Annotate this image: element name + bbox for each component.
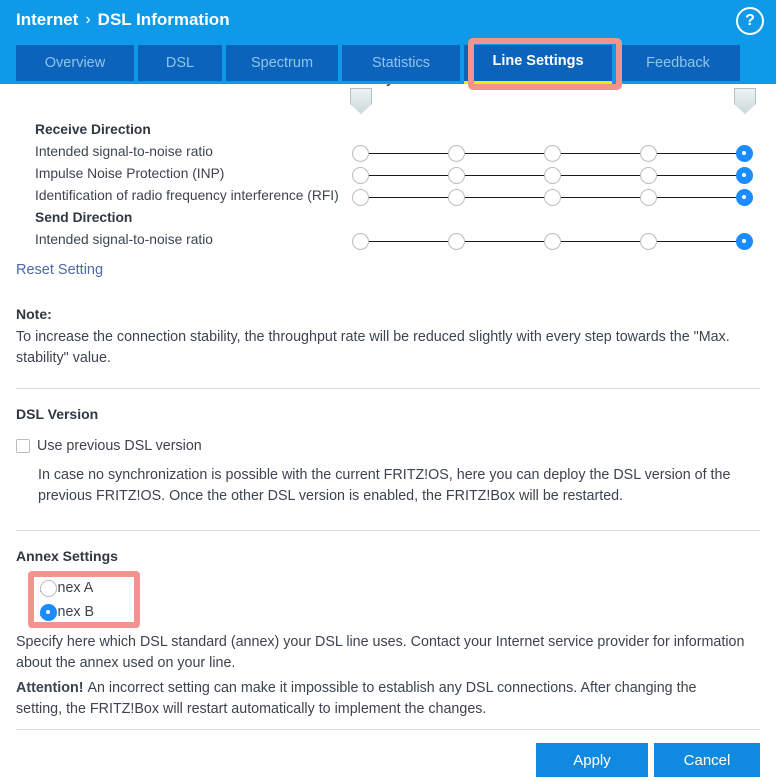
scale-radio-3[interactable]: [544, 233, 561, 250]
divider-footer: [16, 729, 760, 730]
axis-label-performance: Performance: [673, 84, 756, 86]
scale-radio-2[interactable]: [448, 189, 465, 206]
scale-radio-4[interactable]: [640, 233, 657, 250]
tab-feedback[interactable]: Feedback: [616, 45, 740, 81]
tab-overview[interactable]: Overview: [16, 45, 134, 81]
group-heading-send-direction: Send Direction: [35, 210, 133, 225]
attention-body: An incorrect setting can make it impossi…: [16, 680, 697, 717]
slider-handle-left[interactable]: [350, 88, 372, 114]
use-previous-dsl-version-label: Use previous DSL version: [37, 438, 202, 454]
scale-radio-2[interactable]: [448, 233, 465, 250]
scale-radio-3[interactable]: [544, 189, 561, 206]
scale-radio-1[interactable]: [352, 167, 369, 184]
main-content: Stability Performance Receive Direction I…: [0, 84, 776, 781]
axis-label-stability: Stability: [341, 84, 394, 86]
setting-label: Intended signal-to-noise ratio: [35, 144, 213, 159]
annex-a-option[interactable]: Annex A: [40, 580, 93, 597]
tab-bar: Overview DSL Spectrum Statistics Line Settin…: [0, 42, 776, 85]
scale-radio-3[interactable]: [544, 145, 561, 162]
dsl-version-heading: DSL Version: [16, 406, 99, 422]
scale-radio-5[interactable]: [736, 189, 753, 206]
scale-radio-4[interactable]: [640, 189, 657, 206]
cancel-button[interactable]: Cancel: [654, 743, 760, 777]
scale-radio-5[interactable]: [736, 145, 753, 162]
page-header: Internet › DSL Information ?: [0, 0, 776, 42]
tab-statistics[interactable]: Statistics: [342, 45, 460, 81]
divider-dsl-version: [16, 530, 760, 531]
setting-label: Identification of radio frequency interf…: [35, 188, 339, 203]
scale-radio-5[interactable]: [736, 167, 753, 184]
annex-settings-heading: Annex Settings: [16, 548, 118, 564]
tab-dsl[interactable]: DSL: [138, 45, 222, 81]
dsl-version-description: In case no synchronization is possible w…: [38, 467, 731, 504]
note-text: To increase the connection stability, th…: [16, 329, 730, 366]
tab-spectrum[interactable]: Spectrum: [226, 45, 338, 81]
setting-radio-scale: [352, 167, 756, 185]
scale-radio-5[interactable]: [736, 233, 753, 250]
breadcrumb: Internet › DSL Information: [16, 10, 230, 30]
slider-handle-right[interactable]: [734, 88, 756, 114]
annex-a-radio[interactable]: [40, 580, 57, 597]
breadcrumb-separator-icon: ›: [85, 11, 91, 28]
scale-radio-2[interactable]: [448, 167, 465, 184]
tab-line-settings[interactable]: Line Settings: [464, 45, 612, 85]
annex-attention-text: Attention! An incorrect setting can make…: [16, 678, 746, 720]
setting-radio-scale: [352, 233, 756, 251]
breadcrumb-root[interactable]: Internet: [16, 10, 78, 30]
scale-radio-4[interactable]: [640, 145, 657, 162]
group-heading-receive-direction: Receive Direction: [35, 122, 151, 137]
scale-radio-3[interactable]: [544, 167, 561, 184]
scale-radio-1[interactable]: [352, 233, 369, 250]
annex-b-option[interactable]: Annex B: [40, 604, 94, 621]
setting-label: Intended signal-to-noise ratio: [35, 232, 213, 247]
reset-setting-link[interactable]: Reset Setting: [16, 262, 103, 278]
setting-radio-scale: [352, 189, 756, 207]
note-heading: Note:: [16, 306, 52, 322]
setting-radio-scale: [352, 145, 756, 163]
annex-b-radio[interactable]: [40, 604, 57, 621]
scale-radio-4[interactable]: [640, 167, 657, 184]
breadcrumb-current: DSL Information: [97, 10, 230, 29]
use-previous-dsl-version-checkbox-row[interactable]: Use previous DSL version: [16, 438, 202, 454]
attention-label: Attention!: [16, 680, 88, 696]
scale-radio-1[interactable]: [352, 145, 369, 162]
scale-radio-2[interactable]: [448, 145, 465, 162]
scale-radio-1[interactable]: [352, 189, 369, 206]
use-previous-dsl-version-checkbox[interactable]: [16, 439, 30, 453]
annex-description: Specify here which DSL standard (annex) …: [16, 634, 745, 671]
setting-label: Impulse Noise Protection (INP): [35, 166, 225, 181]
divider-note: [16, 388, 760, 389]
line-settings-sliders: Stability Performance Receive Direction I…: [0, 84, 776, 250]
help-question-icon[interactable]: ?: [736, 7, 764, 35]
apply-button[interactable]: Apply: [536, 743, 648, 777]
